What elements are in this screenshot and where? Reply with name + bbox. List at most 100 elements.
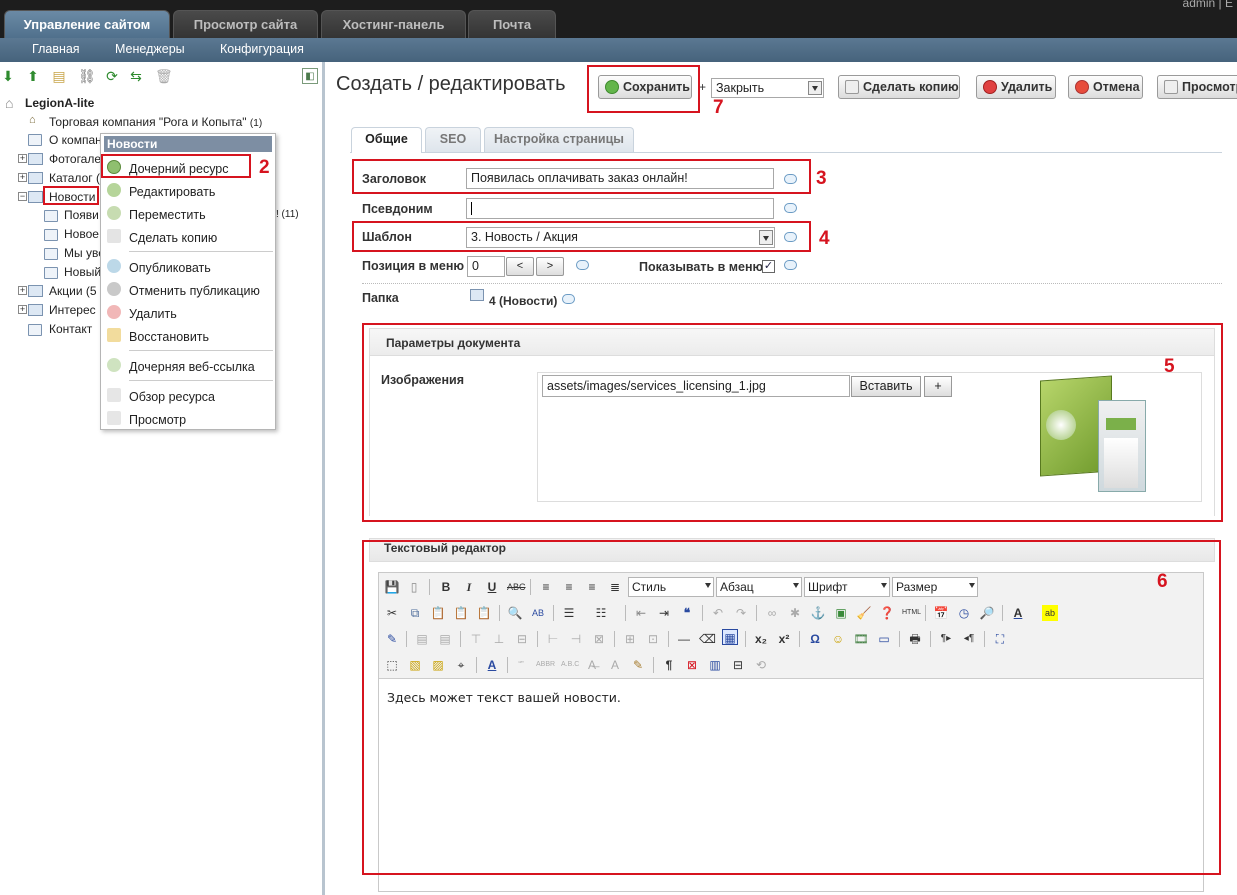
expand-icon[interactable]: + [18,173,27,182]
folder-icon [28,153,43,165]
menu-item-overview[interactable]: Обзор ресурса [129,390,215,404]
overview-icon [107,388,121,402]
cancel-circle-icon [1075,80,1089,94]
site-root-icon: ⌂ [5,95,14,111]
tab-view-site[interactable]: Просмотр сайта [173,10,318,38]
preview-button[interactable]: Просмотр [1157,75,1237,99]
hide-tree-icon[interactable]: ◧ [302,68,318,84]
document-icon [28,134,42,146]
close-select-value: Закрыть [716,81,765,95]
menu-item-edit[interactable]: Редактировать [129,185,215,199]
tree-item[interactable]: Новое [64,227,99,241]
collapse-all-icon[interactable]: ⬆ [25,68,41,84]
tab-seo[interactable]: SEO [425,127,481,152]
annotation-6: 6 [1157,571,1168,592]
copy-icon [107,229,121,243]
annotation-2: 2 [259,157,270,178]
menu-separator [129,350,273,351]
folder-icon [28,285,43,297]
alias-input[interactable] [466,198,774,219]
menu-position-label: Позиция в меню [362,259,465,273]
menu-separator [129,380,273,381]
expand-icon[interactable]: + [18,305,27,314]
tabs-baseline [350,152,1222,153]
tab-page-settings[interactable]: Настройка страницы [484,127,634,152]
tree-item-count: ! (11) [276,209,299,220]
context-menu-title: Новости [104,136,272,152]
menu-item-copy[interactable]: Сделать копию [129,231,217,245]
preview-icon [107,411,121,425]
tree-item[interactable]: О компан [49,133,102,147]
refresh-icon[interactable]: ⟳ [104,68,120,84]
document-icon [28,324,42,336]
menu-item-publish[interactable]: Опубликовать [129,261,211,275]
new-link-icon[interactable]: ⛓ [78,68,96,84]
restore-icon [107,328,121,342]
tree-item[interactable]: Фотогале [49,152,101,166]
cancel-button[interactable]: Отмена [1068,75,1143,99]
document-icon [44,229,58,241]
tree-item[interactable]: Акции (5 [49,284,97,298]
menu-item-preview[interactable]: Просмотр [129,413,186,427]
tree-item[interactable]: Торговая компания "Рога и Копыта" (1) [49,115,262,129]
tree-item[interactable]: Мы уве [64,246,105,260]
tab-general[interactable]: Общие [351,127,422,153]
plus-label: + [699,80,707,94]
annotation-box-5 [362,323,1223,522]
preview-label: Просмотр [1182,80,1237,94]
collapse-icon[interactable]: − [18,192,27,201]
menu-position-increase[interactable]: > [536,257,564,276]
menu-item-delete[interactable]: Удалить [129,307,177,321]
nav-configuration[interactable]: Конфигурация [220,42,304,56]
annotation-box-3 [352,159,811,194]
menu-item-child-weblink[interactable]: Дочерняя веб-ссылка [129,360,255,374]
trash-icon[interactable]: 🗑 [155,68,173,84]
menu-item-restore[interactable]: Восстановить [129,330,209,344]
annotation-box-6 [362,540,1221,875]
tab-site-management[interactable]: Управление сайтом [4,10,170,38]
menu-position-input[interactable]: 0 [467,256,505,277]
expand-icon[interactable]: + [18,154,27,163]
folder-icon [28,304,43,316]
page-title: Создать / редактировать [336,73,566,95]
help-icon[interactable] [576,260,589,270]
publish-icon [107,259,121,273]
document-icon [44,210,58,222]
nav-home[interactable]: Главная [32,42,80,56]
delete-button[interactable]: Удалить [976,75,1056,99]
tree-item[interactable]: Каталог ( [49,171,100,185]
expand-all-icon[interactable]: ⬇ [0,68,16,84]
tree-item[interactable]: Контакт [49,322,92,336]
annotation-box-4 [352,221,811,252]
tab-mail[interactable]: Почта [468,10,556,38]
tree-root[interactable]: LegionA-lite [25,96,94,110]
help-icon[interactable] [784,260,797,270]
expand-icon[interactable]: + [18,286,27,295]
menu-item-unpublish[interactable]: Отменить публикацию [129,284,260,298]
delete-icon [107,305,121,319]
user-label[interactable]: admin | E [1183,0,1233,10]
unpublish-icon [107,282,121,296]
duplicate-button[interactable]: Сделать копию [838,75,960,99]
parent-folder-value[interactable]: 4 (Новости) [489,294,557,308]
show-in-menu-checkbox[interactable]: ✓ [762,260,775,273]
menu-item-move[interactable]: Переместить [129,208,206,222]
delete-circle-icon [983,80,997,94]
nav-managers[interactable]: Менеджеры [115,42,185,56]
folder-icon [28,191,43,203]
tree-item[interactable]: Новый [64,265,101,279]
tree-item[interactable]: Интерес [49,303,96,317]
annotation-7: 7 [713,97,724,118]
copy-doc-icon [845,80,859,94]
tree-item[interactable]: Появи [64,208,99,222]
folder-icon [470,289,484,301]
menu-position-decrease[interactable]: < [506,257,534,276]
close-action-select[interactable]: Закрыть [711,78,824,98]
tab-hosting-panel[interactable]: Хостинг-панель [321,10,466,38]
sub-nav: Главная Менеджеры Конфигурация [0,38,1237,62]
help-icon[interactable] [562,294,575,304]
sort-icon[interactable]: ⇆ [128,68,144,84]
help-icon[interactable] [784,203,797,213]
folder-icon [28,172,43,184]
new-document-icon[interactable]: ▤ [51,68,67,84]
